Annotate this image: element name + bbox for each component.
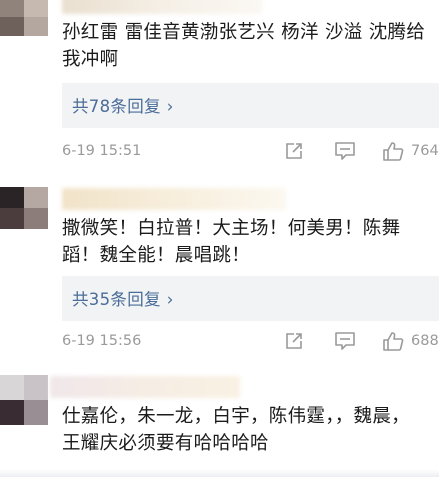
comment-text-line: 王耀庆必须要有哈哈哈哈 [62, 433, 269, 454]
share-icon[interactable] [284, 331, 304, 351]
replies-box[interactable]: 共78条回复 › [62, 83, 439, 128]
comment-text: 撒微笑！白拉普！大主场！何美男！陈舞 蹈！魏全能！晨唱跳！ [62, 215, 434, 269]
thumbs-up-icon[interactable] [382, 141, 404, 162]
replies-count-label: 共35条回复 [72, 290, 161, 309]
timestamp: 6-19 15:51 [62, 143, 142, 159]
timestamp: 6-19 15:56 [62, 333, 142, 349]
comment-text-line: 孙红雷 雷佳音黄渤张艺兴 杨洋 沙溢 沈腾给 [62, 22, 426, 43]
comment-text: 仕嘉伦，朱一龙，白宇，陈伟霆，，魏晨， 王耀庆必须要有哈哈哈哈 [62, 403, 434, 457]
bottom-edge [0, 469, 439, 477]
comment-item: 孙红雷 雷佳音黄渤张艺兴 杨洋 沙溢 沈腾给 我冲啊 共78条回复 › 6-19 … [0, 0, 439, 170]
username-blurred[interactable] [50, 376, 240, 398]
like-count: 764 [411, 143, 439, 159]
chevron-right-icon: › [166, 97, 174, 116]
comment-text-line: 撒微笑！白拉普！大主场！何美男！陈舞 [62, 218, 401, 239]
meta-row: 6-19 15:56 688 [62, 331, 439, 355]
comment-feed: 孙红雷 雷佳音黄渤张艺兴 杨洋 沙溢 沈腾给 我冲啊 共78条回复 › 6-19 … [0, 0, 439, 477]
view-replies-link[interactable]: 共35条回复 › [72, 286, 174, 310]
comment-item: 撒微笑！白拉普！大主场！何美男！陈舞 蹈！魏全能！晨唱跳！ 共35条回复 › 6-… [0, 182, 439, 357]
replies-box[interactable]: 共35条回复 › [62, 276, 439, 321]
avatar[interactable] [0, 187, 48, 229]
chevron-right-icon: › [166, 290, 174, 309]
meta-row: 6-19 15:51 764 [62, 141, 439, 165]
comment-icon[interactable] [334, 141, 356, 161]
avatar[interactable] [0, 375, 48, 425]
like-count: 688 [411, 333, 439, 349]
comment-text-line: 我冲啊 [62, 49, 119, 70]
view-replies-link[interactable]: 共78条回复 › [72, 93, 174, 117]
username-blurred[interactable] [62, 188, 286, 210]
avatar[interactable] [0, 0, 48, 36]
comment-text-line: 蹈！魏全能！晨唱跳！ [62, 245, 251, 266]
comment-text-line: 仕嘉伦，朱一龙，白宇，陈伟霆，，魏晨， [62, 406, 410, 427]
share-icon[interactable] [284, 141, 304, 161]
comment-text: 孙红雷 雷佳音黄渤张艺兴 杨洋 沙溢 沈腾给 我冲啊 [62, 19, 434, 73]
thumbs-up-icon[interactable] [382, 331, 404, 352]
username-blurred[interactable] [62, 0, 262, 14]
comment-icon[interactable] [334, 331, 356, 351]
comment-item: 仕嘉伦，朱一龙，白宇，陈伟霆，，魏晨， 王耀庆必须要有哈哈哈哈 [0, 371, 439, 477]
replies-count-label: 共78条回复 [72, 97, 161, 116]
